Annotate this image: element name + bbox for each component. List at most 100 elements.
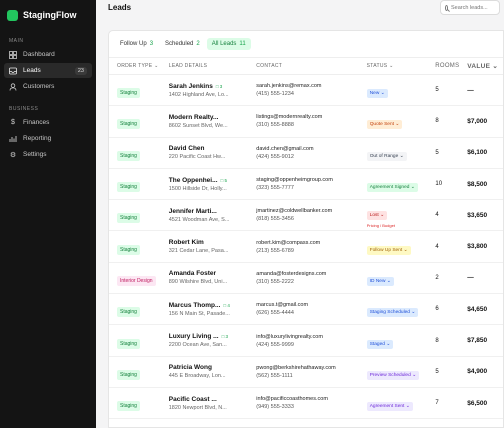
table-body: Staging Sarah Jenkins □ 3 1402 Highland A… bbox=[109, 75, 503, 420]
contact-email[interactable]: marcus.t@gmail.com bbox=[256, 302, 358, 308]
contact-cell: info@luxurylivingrealty.com (424) 555-99… bbox=[248, 334, 358, 348]
status-cell: Follow Up Sent ⌄ bbox=[359, 238, 428, 256]
column-header-status[interactable]: STATUS ⌄ bbox=[359, 63, 428, 69]
lead-name[interactable]: Patricia Wong bbox=[169, 364, 249, 371]
lead-name[interactable]: Jennifer Marti... bbox=[169, 208, 249, 215]
lead-name[interactable]: Luxury Living ... □ 3 bbox=[169, 333, 249, 340]
lead-name[interactable]: The Oppenhei... □ 5 bbox=[169, 177, 249, 184]
status-dropdown[interactable]: Out of Range ⌄ bbox=[366, 151, 407, 161]
status-dropdown[interactable]: Staged ⌄ bbox=[366, 339, 394, 349]
lead-name[interactable]: David Chen bbox=[169, 145, 249, 152]
table-row[interactable]: Staging Jennifer Marti... 4521 Woodman A… bbox=[109, 200, 503, 232]
contact-email[interactable]: listings@modernrealty.com bbox=[256, 114, 358, 120]
lead-name[interactable]: Robert Kim bbox=[169, 239, 249, 246]
order-type-badge: Staging bbox=[117, 338, 140, 349]
status-cell: Staged ⌄ bbox=[359, 332, 428, 350]
lead-name-text: Patricia Wong bbox=[168, 364, 212, 372]
lead-name[interactable]: Marcus Thomp... □ 4 bbox=[169, 302, 249, 309]
sidebar-item-customers[interactable]: Customers bbox=[4, 79, 92, 94]
table-row[interactable]: Staging Marcus Thomp... □ 4 156 N Main St… bbox=[109, 294, 503, 326]
contact-email[interactable]: david.chen@gmail.com bbox=[256, 146, 358, 152]
table-row[interactable]: Staging Modern Realty... 8602 Sunset Blv… bbox=[109, 106, 503, 138]
contact-email[interactable]: info@luxurylivingrealty.com bbox=[256, 334, 358, 340]
lead-details-cell: Modern Realty... 8602 Sunset Blvd, We... bbox=[161, 114, 249, 129]
column-header-contact: CONTACT bbox=[256, 63, 283, 69]
lead-name-text: The Oppenhei... bbox=[168, 176, 218, 184]
table-row[interactable]: Staging The Oppenhei... □ 5 1500 Hillside… bbox=[109, 169, 503, 201]
rooms-value: 2 bbox=[435, 274, 439, 281]
status-dropdown[interactable]: Lost ⌄ bbox=[366, 210, 388, 220]
contact-phone: (949) 555-3333 bbox=[256, 404, 294, 411]
lead-name[interactable]: Modern Realty... bbox=[169, 114, 249, 121]
rooms-value: 7 bbox=[435, 400, 439, 407]
contact-email[interactable]: amanda@fosterdesigns.com bbox=[256, 271, 358, 277]
contact-phone: (323) 555-7777 bbox=[256, 185, 294, 192]
status-dropdown[interactable]: Preview Scheduled ⌄ bbox=[366, 370, 420, 380]
order-type-badge: Staging bbox=[117, 307, 140, 318]
sidebar-item-finances[interactable]: $ Finances bbox=[4, 115, 92, 130]
table-row[interactable]: Interior Design Amanda Foster 890 Wilshi… bbox=[109, 263, 503, 295]
lead-value: $4,650 bbox=[467, 305, 488, 313]
table-row[interactable]: Staging David Chen 220 Pacific Coast Hw.… bbox=[109, 138, 503, 169]
table-row[interactable]: Staging Luxury Living ... □ 3 2200 Ocean … bbox=[109, 325, 503, 357]
search-box[interactable] bbox=[440, 0, 500, 15]
status-dropdown[interactable]: Agreement Sent ⌄ bbox=[366, 402, 413, 412]
contact-email[interactable]: info@pacificcoasthomes.com bbox=[256, 396, 358, 402]
column-header-lead-details: LEAD DETAILS bbox=[168, 63, 208, 69]
sidebar-item-leads[interactable]: Leads 23 bbox=[4, 63, 92, 78]
contact-email[interactable]: pwong@berkshirehathaway.com bbox=[256, 365, 358, 371]
sidebar-item-reporting[interactable]: Reporting bbox=[4, 131, 92, 146]
status-dropdown[interactable]: Staging Scheduled ⌄ bbox=[366, 308, 419, 318]
lead-value: $3,800 bbox=[467, 243, 488, 251]
table-row[interactable]: Staging Pacific Coast ... 1820 Newport B… bbox=[109, 388, 503, 420]
inbox-icon bbox=[9, 67, 17, 75]
search-input[interactable] bbox=[451, 4, 495, 11]
lead-name[interactable]: Pacific Coast ... bbox=[169, 396, 249, 403]
lead-value: $6,500 bbox=[467, 399, 488, 407]
status-cell: Agreement Sent ⌄ bbox=[359, 394, 428, 412]
lead-name[interactable]: Amanda Foster bbox=[169, 270, 249, 277]
contact-cell: amanda@fosterdesigns.com (310) 555-2222 bbox=[248, 271, 358, 285]
status-dropdown[interactable]: Agreement Signed ⌄ bbox=[366, 183, 418, 193]
lead-value: $8,500 bbox=[467, 180, 488, 188]
contact-email[interactable]: staging@oppenheimgroup.com bbox=[256, 177, 358, 183]
table-row[interactable]: Staging Robert Kim 321 Cedar Lane, Pasa.… bbox=[109, 231, 503, 263]
tab-follow-up[interactable]: Follow Up 3 bbox=[115, 38, 158, 50]
status-dropdown[interactable]: Quote Sent ⌄ bbox=[366, 120, 403, 130]
status-dropdown[interactable]: New ⌄ bbox=[366, 89, 388, 99]
table-row[interactable]: Staging Sarah Jenkins □ 3 1402 Highland A… bbox=[109, 75, 503, 107]
leads-count-badge: 23 bbox=[74, 66, 87, 75]
rooms-value: 5 bbox=[435, 149, 439, 156]
lead-details-cell: Patricia Wong 445 E Broadway, Lon... bbox=[161, 364, 249, 379]
lead-value: $4,900 bbox=[467, 368, 488, 376]
order-type-badge: Staging bbox=[117, 369, 140, 380]
lead-value: $6,100 bbox=[467, 149, 488, 157]
contact-phone: (424) 555-9012 bbox=[256, 153, 294, 160]
contact-email[interactable]: robert.kim@compass.com bbox=[256, 240, 358, 246]
status-dropdown[interactable]: ID New ⌄ bbox=[366, 276, 394, 286]
contact-email[interactable]: sarah.jenkins@remax.com bbox=[256, 83, 358, 89]
brand[interactable]: StagingFlow bbox=[0, 4, 96, 26]
status-dropdown[interactable]: Follow Up Sent ⌄ bbox=[366, 245, 411, 255]
tab-all-leads[interactable]: All Leads 11 bbox=[206, 38, 251, 50]
lead-value: — bbox=[467, 86, 474, 94]
contact-phone: (424) 555-9999 bbox=[256, 341, 294, 348]
lead-name-text: Jennifer Marti... bbox=[168, 207, 217, 215]
order-type-badge: Staging bbox=[117, 119, 140, 130]
column-header-value[interactable]: VALUE ⌄ bbox=[459, 62, 503, 70]
sidebar-item-dashboard[interactable]: Dashboard bbox=[4, 47, 92, 62]
tab-scheduled[interactable]: Scheduled 2 bbox=[160, 38, 205, 50]
column-header-order-type[interactable]: ORDER TYPE ⌄ bbox=[109, 63, 161, 69]
table-row[interactable]: Staging Patricia Wong 445 E Broadway, Lo… bbox=[109, 357, 503, 388]
lead-name[interactable]: Sarah Jenkins □ 3 bbox=[169, 83, 249, 90]
column-header-rooms: ROOMS bbox=[435, 63, 460, 69]
sidebar-item-settings[interactable]: ⚙ Settings bbox=[4, 147, 92, 162]
status-cell: ID New ⌄ bbox=[359, 269, 428, 287]
lead-photo-count: □ 3 bbox=[221, 334, 229, 340]
topbar: Leads bbox=[96, 0, 504, 20]
sidebar-section-main: MAIN bbox=[9, 38, 24, 44]
order-type-badge: Staging bbox=[117, 213, 140, 224]
contact-cell: jmartinez@coldwellbanker.com (818) 555-3… bbox=[248, 208, 358, 222]
contact-email[interactable]: jmartinez@coldwellbanker.com bbox=[256, 208, 358, 214]
lead-address: 8602 Sunset Blvd, We... bbox=[168, 122, 228, 129]
